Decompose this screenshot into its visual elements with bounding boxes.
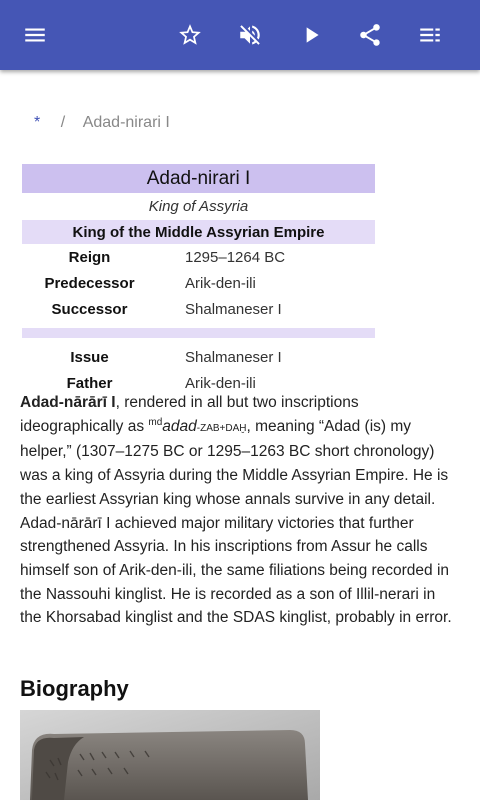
playlist-icon (420, 28, 440, 42)
article-small-caps: -ZAB+DAḪ (196, 422, 247, 434)
mute-button[interactable] (226, 11, 274, 59)
infobox-key: Predecessor (44, 274, 135, 292)
infobox-value-link[interactable]: Shalmaneser I (157, 296, 375, 322)
favorite-button[interactable] (166, 11, 214, 59)
breadcrumb-separator: / (60, 114, 66, 131)
star-outline-icon (179, 24, 201, 45)
infobox-value-link[interactable]: Shalmaneser I (157, 344, 375, 370)
infobox-divider (22, 328, 375, 338)
article-paragraph: Adad-nārārī I, rendered in all but two i… (20, 391, 460, 630)
breadcrumb-current: Adad-nirari I (82, 114, 170, 131)
article-superscript: md (148, 416, 163, 428)
hamburger-menu-icon (25, 28, 45, 42)
section-heading-biography: Biography (20, 676, 129, 701)
infobox-key: Successor (51, 300, 128, 318)
infobox-section-header: King of the Middle Assyrian Empire (22, 220, 375, 244)
infobox-key: Reign (68, 248, 111, 266)
infobox-key: Issue (70, 348, 109, 366)
infobox-row-predecessor: Predecessor Arik-den-ili (22, 270, 375, 296)
infobox-title: Adad-nirari I (22, 164, 375, 193)
infobox-row-issue: Issue Shalmaneser I (22, 344, 375, 370)
infobox: Adad-nirari I King of Assyria King of th… (22, 164, 375, 396)
menu-button[interactable] (11, 11, 59, 59)
share-button[interactable] (346, 11, 394, 59)
play-icon (306, 27, 319, 43)
article-text: , meaning “Adad (is) my helper,” (1307–1… (20, 417, 452, 627)
article-italic-term: adad (162, 417, 197, 435)
contents-button[interactable] (406, 11, 454, 59)
artifact-image[interactable] (20, 710, 320, 800)
volume-off-icon (240, 25, 260, 45)
play-button[interactable] (287, 11, 335, 59)
breadcrumb-home-link[interactable]: * (34, 114, 40, 131)
infobox-subtitle: King of Assyria (148, 198, 249, 215)
infobox-value: 1295–1264 BC (185, 248, 286, 266)
share-icon (360, 24, 380, 46)
clay-tablet-image (20, 710, 320, 800)
infobox-row-successor: Successor Shalmaneser I (22, 296, 375, 322)
article-subject-name: Adad-nārārī I (20, 394, 116, 411)
infobox-value-link[interactable]: Arik-den-ili (157, 270, 375, 296)
app-toolbar (0, 0, 480, 70)
breadcrumb: * / Adad-nirari I (34, 114, 170, 132)
infobox-row-reign: Reign 1295–1264 BC (22, 244, 375, 270)
